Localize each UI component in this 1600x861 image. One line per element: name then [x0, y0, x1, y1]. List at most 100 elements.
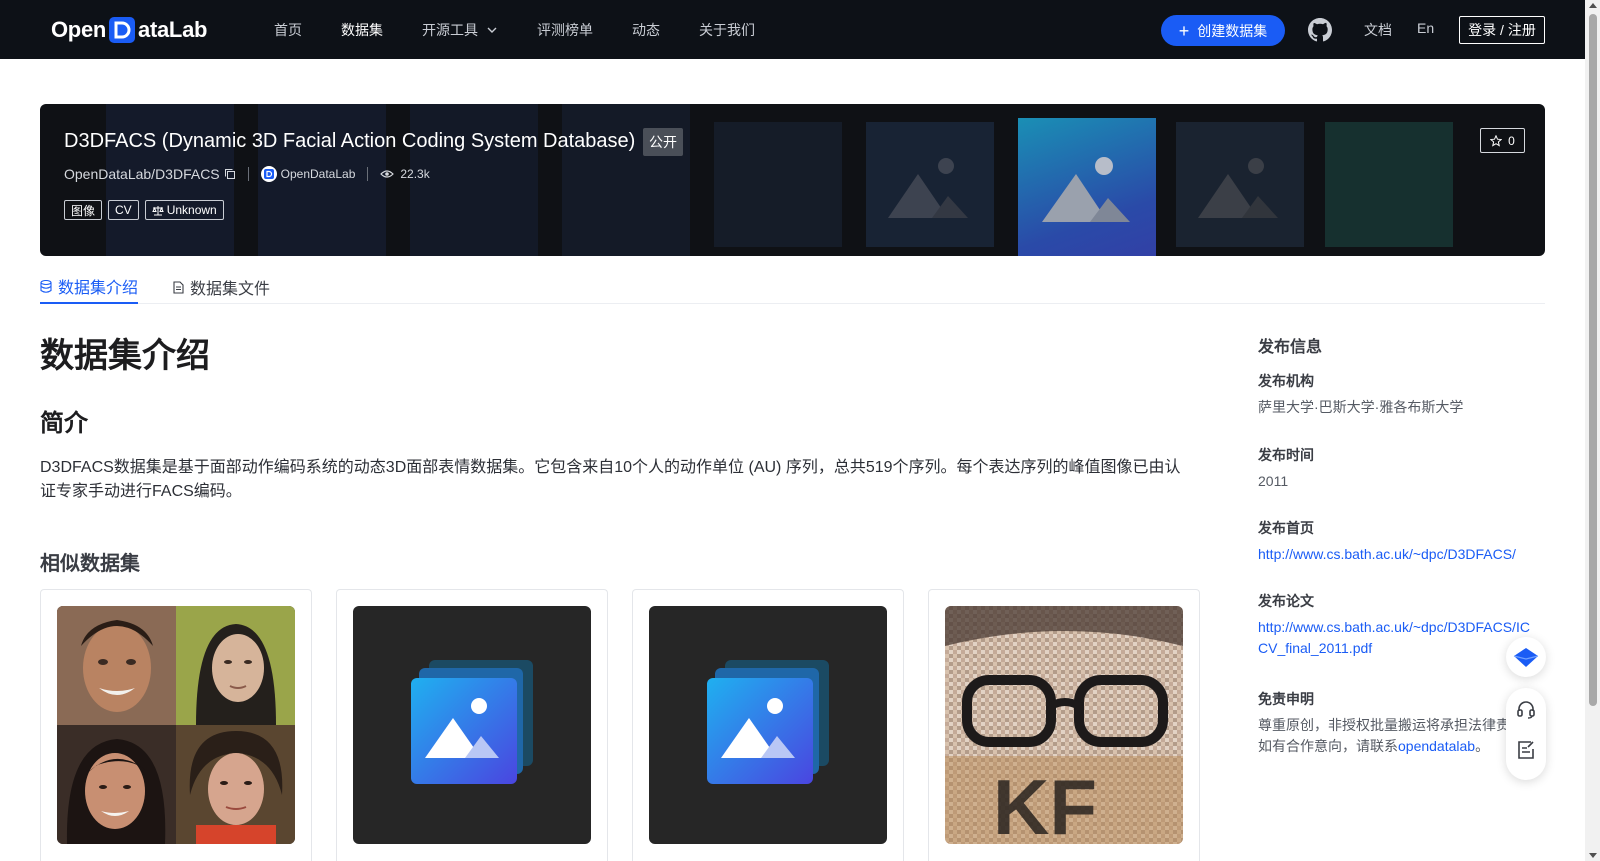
image-placeholder-icon	[888, 157, 968, 218]
disclaimer-end-punct: 。	[1475, 738, 1490, 754]
scrollbar-thumb[interactable]	[1589, 14, 1597, 706]
publisher-value: 萨里大学·巴斯大学·雅各布斯大学	[1258, 399, 1464, 415]
dataset-description: D3DFACS数据集是基于面部动作编码系统的动态3D面部表情数据集。它包含来自1…	[40, 459, 1181, 500]
license-scale-icon	[151, 205, 164, 215]
dataset-thumbnail-mosaic-face: KF	[945, 606, 1183, 844]
dataset-thumbnail-placeholder	[649, 606, 887, 844]
main-nav: 首页 数据集 开源工具 评测榜单 动态 关于我们	[274, 0, 794, 59]
nav-open-source-tools[interactable]: 开源工具	[422, 20, 498, 40]
dataset-thumbnail-faces	[57, 606, 295, 844]
page-scrollbar[interactable]	[1585, 0, 1600, 861]
publish-time-label: 发布时间	[1258, 447, 1314, 463]
floating-toolbar	[1506, 688, 1546, 780]
tag-image[interactable]: 图像	[64, 200, 103, 220]
intro-heading: 简介	[40, 410, 88, 437]
dataset-hero-banner: D3DFACS (Dynamic 3D Facial Action Coding…	[40, 104, 1545, 256]
chevron-down-icon	[487, 27, 497, 33]
nav-about-label: 关于我们	[699, 21, 755, 38]
page-heading: 数据集介绍	[40, 337, 210, 375]
hero-image-placeholder-tile	[1176, 122, 1304, 247]
file-icon	[173, 280, 184, 294]
publish-time-value: 2011	[1258, 473, 1289, 489]
similar-dataset-card[interactable]	[632, 589, 904, 861]
nav-home[interactable]: 首页	[274, 20, 302, 40]
image-placeholder-icon	[411, 660, 533, 784]
logo-text-left: Open	[51, 17, 107, 42]
logo-text-right: ataLab	[138, 17, 208, 42]
floating-assistant-button[interactable]	[1506, 637, 1546, 677]
nav-datasets[interactable]: 数据集	[341, 20, 383, 40]
homepage-label: 发布首页	[1258, 520, 1314, 536]
nav-leaderboard-label: 评测榜单	[537, 21, 593, 38]
copy-icon[interactable]	[224, 168, 236, 180]
star-button[interactable]: 0	[1480, 128, 1525, 153]
image-placeholder-icon	[707, 660, 829, 784]
disclaimer-contact-text: 如有合作意向，请联系	[1258, 738, 1398, 754]
publish-info-title: 发布信息	[1258, 339, 1323, 356]
disclaimer-line-2: 如有合作意向，请联系opendatalab。	[1258, 736, 1489, 757]
opendatalab-logo[interactable]: Open ataLab	[51, 14, 207, 46]
meta-divider	[367, 167, 369, 181]
create-dataset-label: 创建数据集	[1197, 22, 1268, 39]
similar-datasets-heading: 相似数据集	[40, 553, 140, 575]
tag-cv[interactable]: CV	[108, 200, 139, 220]
homepage-link[interactable]: http://www.cs.bath.ac.uk/~dpc/D3DFACS/	[1258, 544, 1543, 565]
github-icon[interactable]	[1308, 18, 1332, 42]
tab-dataset-files-label: 数据集文件	[190, 281, 271, 298]
paper-label: 发布论文	[1258, 593, 1314, 609]
dataset-tabs: 数据集介绍 数据集文件	[40, 258, 1545, 304]
star-count: 0	[1508, 133, 1515, 148]
hero-image-placeholder-tile-highlight	[1018, 118, 1156, 256]
dataset-title: D3DFACS (Dynamic 3D Facial Action Coding…	[64, 130, 636, 152]
login-register-button[interactable]: 登录 / 注册	[1459, 16, 1545, 44]
create-dataset-button[interactable]: + 创建数据集	[1161, 15, 1285, 46]
tab-dataset-files[interactable]: 数据集文件	[173, 270, 270, 304]
nav-about[interactable]: 关于我们	[699, 20, 755, 40]
scroll-up-arrow-icon[interactable]	[1589, 3, 1597, 8]
database-icon	[40, 279, 52, 293]
top-navigation-bar: Open ataLab 首页 数据集 开源工具 评测榜单 动态 关于我们 + 创…	[0, 0, 1585, 59]
nav-leaderboard[interactable]: 评测榜单	[537, 20, 593, 40]
face-thumbnail	[57, 725, 176, 844]
hero-background-tile	[714, 122, 842, 247]
similar-dataset-card[interactable]	[336, 589, 608, 861]
svg-text:KF: KF	[993, 763, 1097, 844]
tag-license[interactable]: Unknown	[144, 200, 224, 220]
org-avatar-icon	[260, 166, 277, 182]
feishu-bird-icon	[1513, 648, 1539, 667]
similar-dataset-card[interactable]: KF	[928, 589, 1200, 861]
docs-link[interactable]: 文档	[1364, 20, 1392, 40]
nav-home-label: 首页	[274, 21, 302, 38]
similar-dataset-card[interactable]	[40, 589, 312, 861]
tab-dataset-intro-label: 数据集介绍	[58, 280, 139, 297]
face-thumbnail	[176, 606, 295, 725]
logo-d-mark-icon	[107, 15, 137, 45]
paper-link[interactable]: http://www.cs.bath.ac.uk/~dpc/D3DFACS/IC…	[1258, 617, 1532, 659]
image-placeholder-icon	[1198, 157, 1278, 218]
tab-dataset-intro[interactable]: 数据集介绍	[40, 270, 139, 304]
face-thumbnail	[57, 606, 176, 725]
nav-news[interactable]: 动态	[632, 20, 660, 40]
nav-tools-label: 开源工具	[422, 21, 478, 38]
dataset-repo-path: OpenDataLab/D3DFACS	[64, 166, 220, 182]
feedback-edit-icon[interactable]	[1516, 740, 1536, 760]
nav-news-label: 动态	[632, 21, 660, 38]
org-name[interactable]: OpenDataLab	[281, 167, 356, 181]
dataset-tags: 图像 CV Unknown	[64, 200, 230, 220]
view-count: 22.3k	[400, 167, 430, 181]
nav-datasets-label: 数据集	[341, 21, 383, 38]
contact-opendatalab-link[interactable]: opendatalab	[1398, 738, 1475, 754]
hero-background-tile	[1325, 122, 1453, 247]
disclaimer-label: 免责申明	[1258, 691, 1314, 707]
dataset-thumbnail-placeholder	[353, 606, 591, 844]
tag-license-label: Unknown	[166, 203, 217, 217]
publisher-label: 发布机构	[1258, 373, 1314, 389]
language-switch[interactable]: En	[1417, 20, 1434, 36]
hero-background-tile	[562, 104, 690, 256]
plus-icon: +	[1178, 20, 1190, 41]
scroll-down-arrow-icon[interactable]	[1589, 853, 1597, 858]
visibility-badge: 公开	[643, 128, 683, 156]
face-thumbnail	[176, 725, 295, 844]
disclaimer-line-1: 尊重原创，非授权批量搬运将承担法律责	[1258, 717, 1508, 733]
headset-support-icon[interactable]	[1516, 700, 1536, 720]
